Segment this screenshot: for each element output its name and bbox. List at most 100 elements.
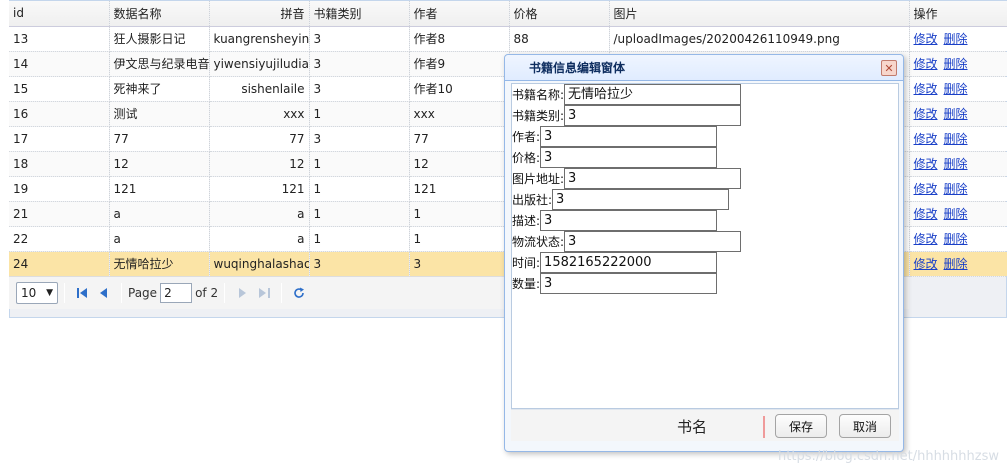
column-header-image[interactable]: 图片 bbox=[609, 1, 910, 27]
divider bbox=[763, 416, 765, 438]
cell-name: 测试 bbox=[109, 101, 210, 127]
cell-name: 12 bbox=[109, 151, 210, 177]
cell-pinyin: 12 bbox=[209, 151, 310, 177]
edit-link[interactable]: 修改 bbox=[914, 132, 938, 146]
column-header-actions[interactable]: 操作 bbox=[909, 1, 1007, 27]
cell-category: 1 bbox=[309, 201, 410, 227]
cell-author: 作者10 bbox=[409, 76, 510, 102]
first-page-icon[interactable] bbox=[71, 282, 93, 304]
page-number-input[interactable]: 2 bbox=[160, 283, 193, 303]
column-header-price[interactable]: 价格 bbox=[509, 1, 610, 27]
cell-author: 12 bbox=[409, 151, 510, 177]
cell-actions: 修改 删除 bbox=[909, 51, 1007, 77]
column-header-id[interactable]: id bbox=[9, 1, 110, 27]
next-page-icon[interactable] bbox=[231, 282, 253, 304]
cell-id: 24 bbox=[9, 251, 110, 277]
image-url-input[interactable]: 3 bbox=[564, 168, 742, 189]
cell-actions: 修改 删除 bbox=[909, 126, 1007, 152]
dialog-body: 书籍名称: 无情哈拉少 书籍类别: 3 作者: 3 价格: 3 图片地址: 3 … bbox=[511, 83, 899, 409]
edit-link[interactable]: 修改 bbox=[914, 82, 938, 96]
field-label: 作者: bbox=[512, 130, 541, 144]
cell-author: 1 bbox=[409, 201, 510, 227]
edit-link[interactable]: 修改 bbox=[914, 157, 938, 171]
author-input[interactable]: 3 bbox=[540, 126, 718, 147]
divider bbox=[121, 283, 122, 303]
column-header-pinyin[interactable]: 拼音 bbox=[209, 1, 310, 27]
field-label: 书籍类别: bbox=[512, 109, 565, 123]
cell-actions: 修改 删除 bbox=[909, 26, 1007, 52]
field-label: 图片地址: bbox=[512, 172, 565, 186]
last-page-icon[interactable] bbox=[253, 282, 275, 304]
delete-link[interactable]: 删除 bbox=[944, 207, 968, 221]
delete-link[interactable]: 删除 bbox=[944, 232, 968, 246]
field-logistics-status: 物流状态: 3 bbox=[512, 231, 742, 252]
book-name-input[interactable]: 无情哈拉少 bbox=[564, 84, 742, 105]
edit-link[interactable]: 修改 bbox=[914, 207, 938, 221]
cell-category: 3 bbox=[309, 126, 410, 152]
cell-actions: 修改 删除 bbox=[909, 101, 1007, 127]
edit-link[interactable]: 修改 bbox=[914, 32, 938, 46]
quantity-input[interactable]: 3 bbox=[540, 273, 718, 294]
delete-link[interactable]: 删除 bbox=[944, 182, 968, 196]
cell-id: 15 bbox=[9, 76, 110, 102]
cell-id: 13 bbox=[9, 26, 110, 52]
cell-pinyin: yiwensiyujiludian bbox=[209, 51, 310, 77]
field-label: 时间: bbox=[512, 256, 541, 270]
column-header-author[interactable]: 作者 bbox=[409, 1, 510, 27]
field-label: 书籍名称: bbox=[512, 88, 565, 102]
edit-link[interactable]: 修改 bbox=[914, 257, 938, 271]
cancel-button[interactable]: 取消 bbox=[839, 414, 891, 438]
close-icon[interactable]: ✕ bbox=[881, 60, 897, 76]
description-input[interactable]: 3 bbox=[540, 210, 718, 231]
book-category-input[interactable]: 3 bbox=[564, 105, 742, 126]
field-book-name: 书籍名称: 无情哈拉少 bbox=[512, 84, 742, 105]
previous-page-icon[interactable] bbox=[93, 282, 115, 304]
delete-link[interactable]: 删除 bbox=[944, 57, 968, 71]
cell-name: a bbox=[109, 201, 210, 227]
field-label: 数量: bbox=[512, 277, 541, 291]
table-row[interactable]: 13 狂人摄影日记 kuangrensheying 3 作者8 88/uploadImag… bbox=[9, 26, 1007, 52]
field-publisher: 出版社: 3 bbox=[512, 189, 730, 210]
column-header-category[interactable]: 书籍类别 bbox=[309, 1, 410, 27]
cell-name: 无情哈拉少 bbox=[109, 251, 210, 277]
page-size-select[interactable]: 10 ▼ bbox=[16, 282, 58, 304]
cell-id: 21 bbox=[9, 201, 110, 227]
time-input[interactable]: 1582165222000 bbox=[540, 252, 718, 273]
delete-link[interactable]: 删除 bbox=[944, 82, 968, 96]
cell-name: 死神来了 bbox=[109, 76, 210, 102]
delete-link[interactable]: 删除 bbox=[944, 257, 968, 271]
cell-image: /uploadImages/20200426110949.png bbox=[609, 26, 910, 52]
refresh-icon[interactable] bbox=[288, 282, 310, 304]
cell-pinyin: a bbox=[209, 201, 310, 227]
delete-link[interactable]: 删除 bbox=[944, 132, 968, 146]
cell-id: 18 bbox=[9, 151, 110, 177]
cell-author: 3 bbox=[409, 251, 510, 277]
edit-link[interactable]: 修改 bbox=[914, 107, 938, 121]
cell-pinyin: 121 bbox=[209, 176, 310, 202]
edit-link[interactable]: 修改 bbox=[914, 232, 938, 246]
column-header-name[interactable]: 数据名称 bbox=[109, 1, 210, 27]
publisher-input[interactable]: 3 bbox=[552, 189, 730, 210]
dialog-title: 书籍信息编辑窗体 bbox=[505, 55, 903, 81]
cell-author: 作者9 bbox=[409, 51, 510, 77]
cell-pinyin: sishenlaile bbox=[209, 76, 310, 102]
cell-id: 16 bbox=[9, 101, 110, 127]
cell-name: a bbox=[109, 226, 210, 252]
logistics-status-input[interactable]: 3 bbox=[564, 231, 742, 252]
edit-link[interactable]: 修改 bbox=[914, 57, 938, 71]
delete-link[interactable]: 删除 bbox=[944, 157, 968, 171]
cell-actions: 修改 删除 bbox=[909, 251, 1007, 277]
save-button[interactable]: 保存 bbox=[775, 414, 827, 438]
cell-name: 77 bbox=[109, 126, 210, 152]
field-author: 作者: 3 bbox=[512, 126, 718, 147]
edit-link[interactable]: 修改 bbox=[914, 182, 938, 196]
cell-pinyin: kuangrensheying bbox=[209, 26, 310, 52]
delete-link[interactable]: 删除 bbox=[944, 107, 968, 121]
cell-name: 伊文思与纪录电音 bbox=[109, 51, 210, 77]
cell-id: 22 bbox=[9, 226, 110, 252]
price-input[interactable]: 3 bbox=[540, 147, 718, 168]
cell-pinyin: xxx bbox=[209, 101, 310, 127]
cell-author: 1 bbox=[409, 226, 510, 252]
delete-link[interactable]: 删除 bbox=[944, 32, 968, 46]
field-label: 出版社: bbox=[512, 193, 553, 207]
